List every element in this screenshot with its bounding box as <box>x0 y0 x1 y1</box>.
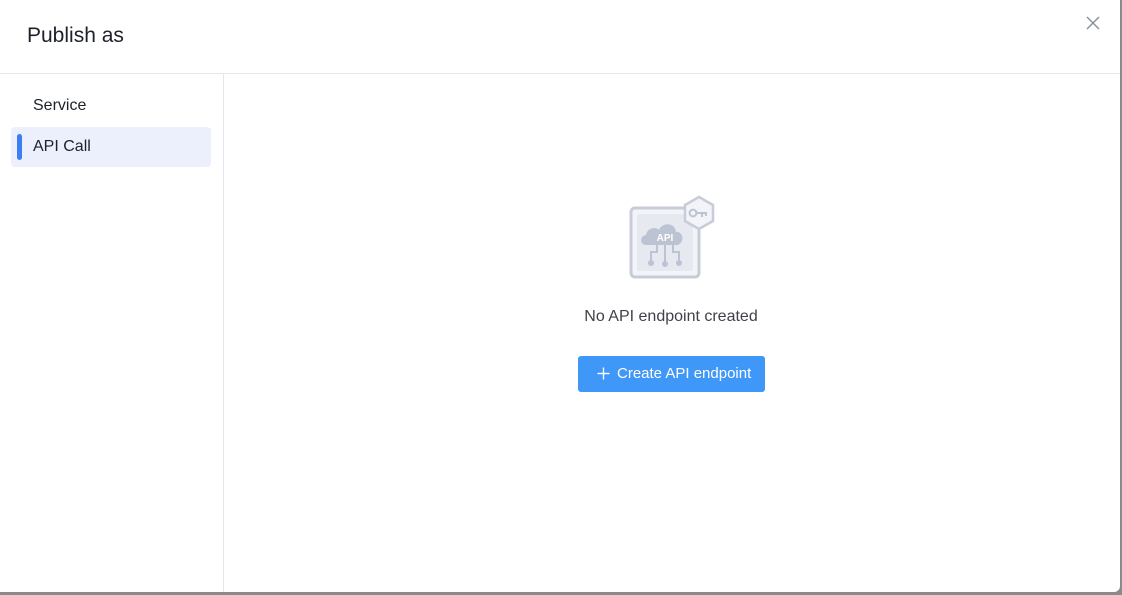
main-content: API No API endpoint created Create API e… <box>224 74 1120 592</box>
dialog-header: Publish as <box>0 0 1120 74</box>
illustration-api-text: API <box>657 233 674 244</box>
sidebar-item-label: Service <box>33 97 87 114</box>
create-api-endpoint-label: Create API endpoint <box>617 365 752 382</box>
dialog-title: Publish as <box>27 24 124 47</box>
empty-state-message: No API endpoint created <box>584 308 758 325</box>
sidebar-item-service[interactable]: Service <box>11 86 211 126</box>
sidebar-item-api-call[interactable]: API Call <box>11 127 211 167</box>
sidebar: Service API Call <box>0 74 224 592</box>
api-illustration-graphic: API <box>629 195 715 279</box>
create-api-endpoint-button[interactable]: Create API endpoint <box>578 356 765 392</box>
close-icon <box>1086 16 1100 30</box>
plus-icon <box>597 367 610 380</box>
api-endpoint-illustration: API <box>629 195 717 281</box>
publish-as-dialog: Publish as Service API Call API No API e… <box>0 0 1120 592</box>
active-indicator <box>17 134 22 160</box>
sidebar-item-label: API Call <box>33 138 91 155</box>
close-button[interactable] <box>1083 13 1103 33</box>
